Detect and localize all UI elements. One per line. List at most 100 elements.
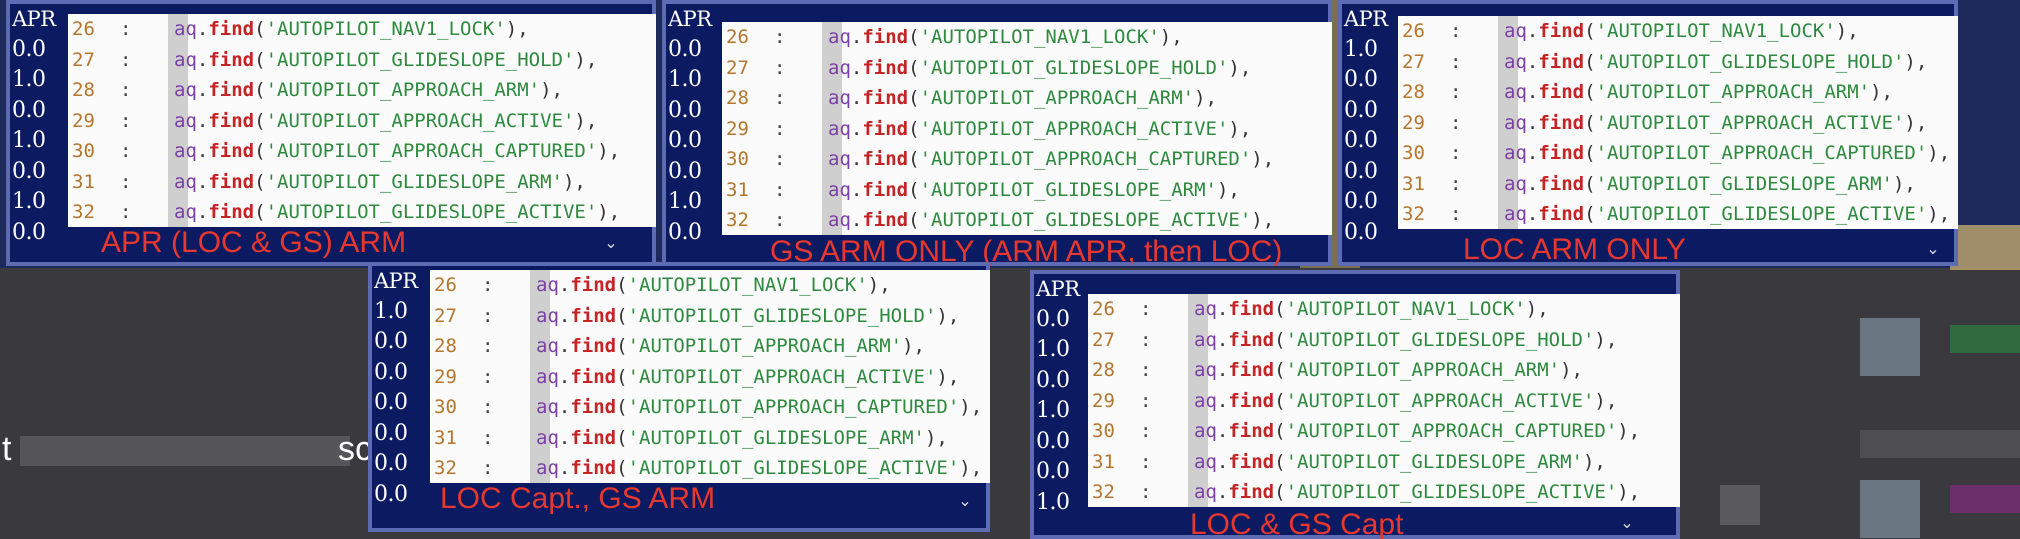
- apr-value: 1.0: [12, 189, 46, 214]
- code-dot: .: [196, 140, 209, 162]
- line-separator: :: [1140, 298, 1152, 320]
- line-separator: :: [1140, 420, 1152, 442]
- code-close-paren: ),: [1251, 148, 1275, 170]
- code-close-paren: ),: [936, 304, 960, 327]
- code-open-paren: (: [1274, 450, 1286, 473]
- chevron-down-icon[interactable]: ⌄: [1614, 510, 1640, 536]
- code-expression: aq.find('AUTOPILOT_APPROACH_ARM'),: [1504, 77, 1893, 108]
- code-function: find: [208, 18, 255, 40]
- code-function: find: [862, 56, 909, 79]
- code-function: find: [570, 396, 617, 418]
- code-open-paren: (: [254, 201, 266, 223]
- code-open-paren: (: [254, 18, 266, 40]
- code-dot: .: [1526, 142, 1539, 164]
- code-function: find: [862, 117, 909, 140]
- code-expression: aq.find('AUTOPILOT_APPROACH_ARM'),: [828, 83, 1217, 114]
- code-line: 32: aq.find('AUTOPILOT_GLIDESLOPE_ACTIVE'…: [1088, 477, 1680, 507]
- panel-caption: LOC ARM ONLY: [1463, 233, 1686, 266]
- code-function: find: [208, 109, 255, 132]
- code-expression: aq.find('AUTOPILOT_APPROACH_ACTIVE'),: [1194, 386, 1617, 417]
- code-object: aq: [536, 335, 559, 357]
- code-line: 28: aq.find('AUTOPILOT_APPROACH_ARM'),: [722, 83, 1332, 114]
- code-dot: .: [1526, 50, 1539, 73]
- code-line: 27: aq.find('AUTOPILOT_GLIDESLOPE_HOLD'),: [1088, 325, 1680, 356]
- apr-value: 0.0: [374, 359, 408, 385]
- apr-value: 0.0: [374, 481, 408, 507]
- line-separator: :: [120, 79, 132, 101]
- code-open-paren: (: [616, 335, 628, 357]
- pixelated-avatar: [1860, 318, 1920, 376]
- code-string: 'AUTOPILOT_GLIDESLOPE_ACTIVE': [1595, 203, 1928, 225]
- code-close-paren: ),: [597, 140, 621, 162]
- code-close-paren: ),: [1594, 328, 1618, 351]
- pixelated-text: [1860, 430, 2020, 458]
- code-expression: aq.find('AUTOPILOT_APPROACH_ARM'),: [1194, 355, 1583, 386]
- code-close-paren: ),: [1904, 111, 1928, 134]
- code-open-paren: (: [908, 26, 920, 48]
- code-object: aq: [1194, 481, 1217, 503]
- code-open-paren: (: [1274, 389, 1286, 412]
- code-open-paren: (: [1584, 142, 1596, 164]
- line-number: 28: [1402, 81, 1425, 103]
- line-number: 29: [1402, 111, 1425, 134]
- code-close-paren: ),: [597, 201, 621, 223]
- code-open-paren: (: [254, 79, 266, 101]
- chevron-down-icon[interactable]: ⌄: [1920, 236, 1946, 262]
- code-dot: .: [1526, 203, 1539, 225]
- code-object: aq: [828, 56, 851, 79]
- code-dot: .: [196, 79, 209, 101]
- line-number: 32: [1092, 481, 1115, 503]
- code-open-paren: (: [616, 457, 628, 479]
- apr-value: 0.0: [374, 451, 408, 476]
- code-expression: aq.find('AUTOPILOT_GLIDESLOPE_HOLD'),: [1194, 325, 1617, 356]
- line-number: 28: [434, 335, 457, 357]
- code-line: 29: aq.find('AUTOPILOT_APPROACH_ACTIVE'),: [722, 114, 1332, 145]
- pixelated-icon: [1950, 485, 2020, 513]
- code-close-paren: ),: [1927, 203, 1951, 225]
- apr-value-column: APR 0.0 1.0 0.0 1.0 0.0 1.0 0.0: [12, 4, 56, 248]
- code-object: aq: [1194, 298, 1217, 320]
- code-function: find: [208, 170, 255, 193]
- code-close-paren: ),: [1892, 172, 1916, 195]
- code-string: 'AUTOPILOT_NAV1_LOCK': [265, 18, 506, 40]
- watch-panel-apr-arm: APR 0.0 1.0 0.0 1.0 0.0 1.0 0.0 26: aq.fi…: [6, 0, 656, 266]
- apr-value: 0.0: [374, 329, 408, 354]
- code-string: 'AUTOPILOT_GLIDESLOPE_ACTIVE': [1285, 481, 1618, 503]
- line-number: 27: [1402, 50, 1425, 73]
- code-object: aq: [1194, 359, 1217, 381]
- code-expression: aq.find('AUTOPILOT_APPROACH_ACTIVE'),: [1504, 108, 1927, 139]
- apr-value: 0.0: [1036, 459, 1070, 484]
- code-dot: .: [850, 209, 863, 231]
- apr-value: 1.0: [1036, 337, 1070, 362]
- code-open-paren: (: [908, 56, 920, 79]
- line-separator: :: [1140, 328, 1152, 351]
- code-line: 28: aq.find('AUTOPILOT_APPROACH_ARM'),: [1398, 77, 1958, 108]
- code-close-paren: ),: [924, 426, 948, 449]
- line-separator: :: [774, 56, 786, 79]
- code-object: aq: [174, 201, 197, 223]
- code-expression: aq.find('AUTOPILOT_GLIDESLOPE_ARM'),: [1504, 169, 1916, 200]
- code-open-paren: (: [908, 148, 920, 170]
- line-number: 31: [434, 426, 457, 449]
- apr-value: 0.0: [1344, 67, 1378, 92]
- line-number: 27: [72, 48, 95, 71]
- chevron-down-icon[interactable]: ⌄: [952, 488, 978, 514]
- chevron-down-icon[interactable]: ⌄: [598, 230, 624, 256]
- line-number: 31: [72, 170, 95, 193]
- code-open-paren: (: [1584, 111, 1596, 134]
- code-line: 29: aq.find('AUTOPILOT_APPROACH_ACTIVE'),: [430, 362, 990, 393]
- code-function: find: [1538, 203, 1585, 225]
- code-line: 29: aq.find('AUTOPILOT_APPROACH_ACTIVE'),: [1088, 386, 1680, 417]
- code-dot: .: [558, 304, 571, 327]
- code-string: 'AUTOPILOT_APPROACH_ARM': [265, 79, 541, 101]
- code-close-paren: ),: [867, 274, 891, 296]
- code-string: 'AUTOPILOT_NAV1_LOCK': [1285, 298, 1526, 320]
- code-dot: .: [850, 26, 863, 48]
- code-function: find: [1538, 50, 1585, 73]
- line-number: 26: [1402, 20, 1425, 42]
- line-separator: :: [120, 140, 132, 162]
- apr-value: 0.0: [1036, 367, 1070, 393]
- code-expression: aq.find('AUTOPILOT_NAV1_LOCK'),: [174, 14, 529, 45]
- code-close-paren: ),: [1927, 142, 1951, 164]
- code-open-paren: (: [254, 109, 266, 132]
